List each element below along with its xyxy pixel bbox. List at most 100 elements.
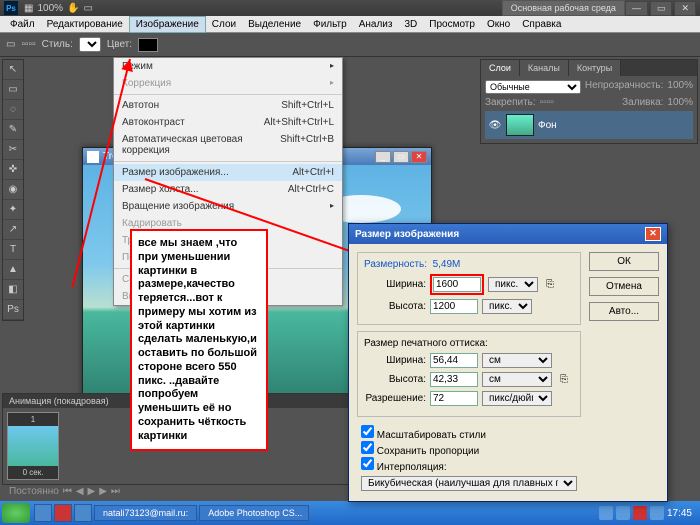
style-select[interactable] (79, 37, 101, 52)
tool-text[interactable]: T (3, 240, 23, 260)
tab-layers[interactable]: Слои (481, 60, 520, 76)
tray-icon[interactable] (633, 506, 647, 520)
tray-icon[interactable] (599, 506, 613, 520)
clock[interactable]: 17:45 (667, 508, 692, 519)
mi-canvas-size[interactable]: Размер холста...Alt+Ctrl+C (114, 181, 342, 198)
cancel-button[interactable]: Отмена (589, 277, 659, 296)
tool-crop[interactable]: ✂ (3, 140, 23, 160)
menu-window[interactable]: Окно (481, 17, 516, 32)
tool-ps[interactable]: Ps (3, 300, 23, 320)
auto-button[interactable]: Авто... (589, 302, 659, 321)
resolution-input[interactable] (430, 391, 478, 406)
chk-scale-styles[interactable] (361, 425, 374, 438)
color-swatch[interactable] (138, 38, 158, 52)
doc-min-icon[interactable]: _ (375, 151, 391, 163)
ql-app-icon[interactable] (74, 504, 92, 522)
chk-constrain[interactable] (361, 441, 374, 454)
print-height-unit[interactable]: см (482, 372, 552, 387)
doc-close-icon[interactable]: ✕ (411, 151, 427, 163)
tab-channels[interactable]: Каналы (520, 60, 569, 76)
mi-adjust[interactable]: Коррекция (114, 75, 342, 92)
tray-icon[interactable] (616, 506, 630, 520)
anim-last-icon[interactable]: ⏭ (111, 486, 120, 497)
menu-file[interactable]: Файл (4, 17, 41, 32)
mi-mode[interactable]: Режим (114, 58, 342, 75)
menu-layers[interactable]: Слои (206, 17, 242, 32)
width-unit[interactable]: пикс. (488, 277, 538, 292)
ql-opera-icon[interactable] (54, 504, 72, 522)
tab-paths[interactable]: Контуры (569, 60, 621, 76)
hand-icon[interactable]: ✋ (67, 3, 79, 14)
min-icon[interactable]: — (625, 1, 648, 16)
task-photoshop[interactable]: Adobe Photoshop CS... (199, 505, 309, 521)
task-mail[interactable]: natali73123@mail.ru: (94, 505, 197, 521)
layer-row[interactable]: 👁 Фон (485, 111, 693, 139)
workspace-label[interactable]: Основная рабочая среда (502, 0, 625, 16)
link-icon[interactable]: ⎘ (546, 279, 554, 290)
layer-name[interactable]: Фон (538, 120, 557, 131)
anim-next-icon[interactable]: ▶ (99, 486, 107, 497)
layout-icon[interactable]: ▦ (24, 3, 33, 14)
dialog-titlebar[interactable]: Размер изображения ✕ (349, 224, 667, 244)
print-height-input[interactable] (430, 372, 478, 387)
max-icon[interactable]: ▭ (650, 1, 673, 16)
anim-loop[interactable]: Постоянно (9, 486, 59, 497)
height-input[interactable] (430, 299, 478, 314)
height-label: Высота: (364, 301, 426, 312)
anim-prev-icon[interactable]: ◀ (76, 486, 84, 497)
close-icon[interactable]: ✕ (674, 1, 696, 16)
marquee-tool-icon[interactable]: ▭ (6, 39, 15, 50)
mi-rotation[interactable]: Вращение изображения (114, 198, 342, 215)
tool-brush[interactable]: ✦ (3, 200, 23, 220)
resolution-unit[interactable]: пикс/дюйм (482, 391, 552, 406)
link-icon[interactable]: ⎘ (560, 374, 568, 385)
menu-edit[interactable]: Редактирование (41, 17, 129, 32)
menu-filter[interactable]: Фильтр (307, 17, 353, 32)
tool-color[interactable]: ◧ (3, 280, 23, 300)
anim-play-icon[interactable]: ▶ (88, 486, 96, 497)
tray-icon[interactable] (650, 506, 664, 520)
print-width-input[interactable] (430, 353, 478, 368)
frame-1[interactable]: 1 0 сек. (7, 412, 59, 480)
print-width-unit[interactable]: см (482, 353, 552, 368)
tool-marquee[interactable]: ▭ (3, 80, 23, 100)
anim-first-icon[interactable]: ⏮ (63, 486, 72, 497)
tool-lasso[interactable]: ◌ (3, 100, 23, 120)
right-panels: Слои Каналы Контуры Обычные Непрозрачнос… (480, 59, 698, 146)
blend-mode[interactable]: Обычные (485, 80, 581, 94)
tool-wand[interactable]: ✎ (3, 120, 23, 140)
menu-3d[interactable]: 3D (398, 17, 423, 32)
app-titlebar: Ps ▦ 100% ✋ ▭ Основная рабочая среда — ▭… (0, 0, 700, 16)
toolbox: ↖ ▭ ◌ ✎ ✂ ✜ ◉ ✦ ↗ T ▲ ◧ Ps (2, 59, 24, 321)
ql-ie-icon[interactable] (34, 504, 52, 522)
menu-analysis[interactable]: Анализ (353, 17, 399, 32)
menu-select[interactable]: Выделение (242, 17, 307, 32)
doc-max-icon[interactable]: ▭ (393, 151, 409, 163)
view-icon[interactable]: ▭ (83, 3, 92, 14)
mi-autocontrast[interactable]: АвтоконтрастAlt+Shift+Ctrl+L (114, 114, 342, 131)
width-input[interactable] (433, 277, 481, 292)
mode-icons[interactable]: ▫▫▫▫ (21, 39, 35, 50)
tool-heal[interactable]: ◉ (3, 180, 23, 200)
mi-autocolor[interactable]: Автоматическая цветовая коррекцияShift+C… (114, 131, 342, 159)
interp-method-select[interactable]: Бикубическая (наилучшая для плавных град… (361, 476, 577, 491)
dialog-close-icon[interactable]: ✕ (645, 227, 661, 241)
ps-logo-icon: Ps (4, 1, 18, 15)
menu-view[interactable]: Просмотр (423, 17, 481, 32)
tool-shape[interactable]: ▲ (3, 260, 23, 280)
lock-icons[interactable]: ▫▫▫▫ (540, 97, 554, 108)
mi-autotone[interactable]: АвтотонShift+Ctrl+L (114, 97, 342, 114)
eye-icon[interactable]: 👁 (488, 120, 502, 131)
menu-image[interactable]: Изображение (129, 16, 206, 33)
height-unit[interactable]: пикс. (482, 299, 532, 314)
tool-eyedrop[interactable]: ✜ (3, 160, 23, 180)
tool-pen[interactable]: ↗ (3, 220, 23, 240)
start-button[interactable] (2, 503, 30, 523)
zoom-field[interactable]: 100% (37, 3, 63, 14)
taskbar: natali73123@mail.ru: Adobe Photoshop CS.… (0, 501, 700, 525)
menu-help[interactable]: Справка (516, 17, 567, 32)
ok-button[interactable]: ОК (589, 252, 659, 271)
chk-resample[interactable] (361, 457, 374, 470)
mi-image-size[interactable]: Размер изображения...Alt+Ctrl+I (114, 164, 342, 181)
tool-move[interactable]: ↖ (3, 60, 23, 80)
